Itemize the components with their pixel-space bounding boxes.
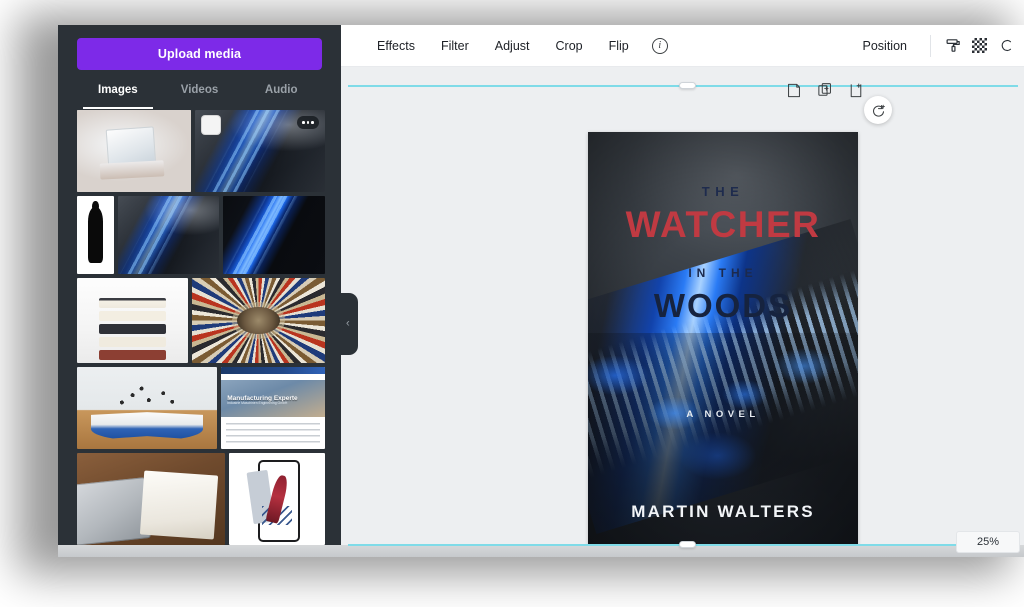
artboard-book-cover[interactable]: THE WATCHER IN THE WOODS A NOVEL MARTIN … [588, 132, 858, 557]
thumbnail-row [77, 453, 325, 545]
thumbnail-row [77, 278, 325, 363]
toolbar-effects-button[interactable]: Effects [364, 25, 428, 67]
copy-style-icon-partial[interactable] [992, 33, 1018, 59]
page-action-icons [787, 83, 863, 98]
thumbnail-person-silhouette[interactable] [77, 196, 114, 274]
toolbar-flip-button[interactable]: Flip [596, 25, 642, 67]
cover-text-author[interactable]: MARTIN WALTERS [588, 502, 858, 522]
image-toolbar: Effects Filter Adjust Crop Flip i Positi… [341, 25, 1024, 67]
thumbnail-blue-lit-bridge-dark[interactable] [223, 196, 325, 274]
thumbnail-row: Manufacturing Experte Industrie Maschine… [77, 367, 325, 449]
screenshot-root: Upload media Images Videos Audio Manufac… [0, 0, 1024, 607]
sidebar-collapse-handle[interactable]: ‹ [341, 293, 358, 355]
canvas-area[interactable]: THE WATCHER IN THE WOODS A NOVEL MARTIN … [341, 67, 1024, 557]
thumbnail-image: Manufacturing Experte Industrie Maschine… [221, 367, 325, 449]
rotate-add-button[interactable] [864, 96, 892, 124]
duplicate-page-icon[interactable] [818, 83, 832, 98]
cover-text-the[interactable]: THE [588, 184, 858, 199]
thumbnail-image [229, 453, 325, 545]
thumbnail-blue-lit-bridge[interactable] [195, 110, 325, 192]
add-note-icon[interactable] [787, 83, 801, 98]
upload-media-button[interactable]: Upload media [77, 38, 322, 70]
cover-text-in-the[interactable]: IN THE [588, 266, 858, 280]
thumbnail-image [77, 110, 191, 192]
position-button[interactable]: Position [849, 39, 921, 53]
media-thumbnail-grid: Manufacturing Experte Industrie Maschine… [77, 110, 325, 557]
zoom-level-indicator[interactable]: 25% [956, 531, 1020, 553]
tab-audio[interactable]: Audio [240, 77, 322, 107]
thumbnail-open-book-popup[interactable] [77, 367, 217, 449]
thumbnail-image [77, 453, 225, 545]
signature-squiggle [261, 506, 293, 525]
resize-handle-bottom[interactable] [679, 541, 696, 548]
toolbar-filter-button[interactable]: Filter [428, 25, 482, 67]
media-sidebar: Upload media Images Videos Audio Manufac… [58, 25, 341, 557]
thumbnail-stack-of-books[interactable] [77, 278, 188, 363]
toolbar-right-group: Position [849, 33, 1024, 59]
webpage-body-lines [226, 422, 320, 445]
toolbar-adjust-button[interactable]: Adjust [482, 25, 543, 67]
window-bottom-strip [58, 545, 1024, 557]
toolbar-left-group: Effects Filter Adjust Crop Flip i [364, 25, 668, 67]
thumbnail-row [77, 196, 325, 274]
cover-text-a-novel[interactable]: A NOVEL [588, 409, 858, 420]
thumbnail-desk-workspace[interactable] [77, 453, 225, 545]
thumbnail-image [223, 196, 325, 274]
thumbnail-image [77, 367, 217, 449]
resize-handle-top[interactable] [679, 82, 696, 89]
checkerboard-swatch [971, 38, 987, 53]
tab-images[interactable]: Images [77, 77, 159, 109]
thumbnail-manufacturing-website[interactable]: Manufacturing Experte Industrie Maschine… [221, 367, 325, 449]
thumbnail-image [118, 196, 219, 274]
webpage-hero-subtitle: Industrie Maschinen Engineering GmbH [227, 400, 288, 405]
media-tabs: Images Videos Audio [77, 77, 322, 109]
thumbnail-image [77, 196, 114, 274]
toolbar-crop-button[interactable]: Crop [543, 25, 596, 67]
cover-text-subtitle[interactable]: WOODS [588, 287, 858, 325]
thumbnail-circular-bookshelf[interactable] [192, 278, 325, 363]
cover-text-title[interactable]: WATCHER [588, 204, 858, 246]
thumbnail-phone-with-pen[interactable] [229, 453, 325, 545]
thumbnail-select-checkbox[interactable] [201, 115, 221, 135]
thumbnail-row [77, 110, 325, 192]
paint-roller-icon[interactable] [940, 33, 966, 59]
toolbar-divider [930, 34, 931, 57]
thumbnail-laptop-on-desk[interactable] [77, 110, 191, 192]
tab-videos[interactable]: Videos [159, 77, 241, 107]
webpage-hero: Manufacturing Experte Industrie Maschine… [221, 380, 325, 417]
thumbnail-blue-lit-bridge-2[interactable] [118, 196, 219, 274]
design-editor-window: Upload media Images Videos Audio Manufac… [58, 25, 1024, 557]
chevron-left-icon: ‹ [346, 317, 350, 330]
info-icon[interactable]: i [651, 37, 668, 54]
webpage-navbar [221, 367, 325, 375]
thumbnail-image [192, 278, 325, 363]
thumbnail-image [77, 278, 188, 363]
transparency-checker-icon[interactable] [966, 33, 992, 59]
thumbnail-more-options-button[interactable] [297, 116, 319, 129]
add-page-icon[interactable] [849, 83, 863, 98]
